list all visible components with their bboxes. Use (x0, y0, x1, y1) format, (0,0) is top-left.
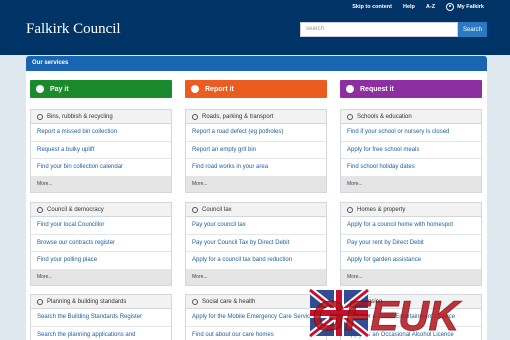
more-link[interactable]: More... (31, 269, 171, 285)
card-council-tax: Council tax Pay your council tax Pay you… (185, 202, 327, 286)
my-falkirk-link[interactable]: My Falkirk (446, 3, 484, 11)
services-panel-title: Our services (26, 56, 487, 71)
more-link[interactable]: More... (186, 269, 326, 285)
home-icon (347, 206, 353, 213)
site-header: Skip to content Help A-Z My Falkirk Falk… (0, 0, 510, 55)
utility-links: Skip to content Help A-Z My Falkirk (352, 3, 484, 11)
request-it-label: Request it (360, 85, 394, 93)
service-link[interactable]: Apply for garden assistance (341, 252, 481, 270)
bulb-icon (37, 206, 43, 213)
service-link[interactable]: Pay your council tax (186, 217, 326, 235)
card-title: Homes & property (357, 206, 406, 213)
help-link[interactable]: Help (403, 4, 415, 10)
user-icon (446, 3, 455, 11)
service-link[interactable]: Pay your Council Tax by Direct Debit (186, 235, 326, 252)
card-title: Roads, parking & transport (202, 113, 274, 120)
card-header: Schools & education (341, 110, 481, 124)
card-roads: Roads, parking & transport Report a road… (185, 109, 327, 193)
card-planning: Planning & building standards Search the… (30, 294, 172, 340)
card-social-care: Social care & health Apply for the Mobil… (185, 294, 327, 340)
search-button[interactable]: Search (458, 22, 487, 37)
card-bins: Bins, rubbish & recycling Report a misse… (30, 109, 172, 193)
service-link[interactable]: Apply for the Mobile Emergency Care Serv… (186, 309, 326, 327)
service-link[interactable]: Find out about our care homes (186, 327, 326, 340)
service-link[interactable]: Find your bin collection calendar (31, 159, 171, 177)
recycle-icon (37, 113, 43, 120)
card-title: Bins, rubbish & recycling (47, 113, 113, 120)
pencil-icon: ✎ (346, 85, 354, 93)
report-it-button[interactable]: ⚑ Report it (185, 80, 327, 98)
card-title: Schools & education (357, 113, 412, 120)
my-falkirk-label: My Falkirk (457, 4, 484, 10)
card-header: Roads, parking & transport (186, 110, 326, 124)
report-it-label: Report it (205, 85, 234, 93)
card-homes: Homes & property Apply for a council hom… (340, 202, 482, 286)
service-link[interactable]: Report an empty grit bin (186, 142, 326, 159)
search-input[interactable]: search (300, 22, 458, 37)
more-link[interactable]: More... (341, 176, 481, 192)
service-link[interactable]: Find if your school or nursery is closed (341, 124, 481, 142)
card-header: Council tax (186, 203, 326, 217)
pay-it-label: Pay it (50, 85, 69, 93)
info-circle-icon: i (36, 85, 44, 93)
service-link[interactable]: Search the Building Standards Register (31, 309, 171, 327)
service-link[interactable]: Find school holiday dates (341, 159, 481, 177)
card-header: Social care & health (186, 295, 326, 309)
card-title: Council tax (202, 206, 232, 213)
service-link[interactable]: Apply for free school meals (341, 142, 481, 159)
a-z-link[interactable]: A-Z (426, 4, 435, 10)
building-icon (37, 298, 43, 305)
coin-icon (192, 206, 198, 213)
service-link[interactable]: Report a road defect (eg potholes) (186, 124, 326, 142)
service-link[interactable]: Search the planning applications and (31, 327, 171, 340)
card-title: Social care & health (202, 298, 256, 305)
more-link[interactable]: More... (31, 176, 171, 192)
graduation-icon (347, 113, 353, 120)
card-header: Bins, rubbish & recycling (31, 110, 171, 124)
service-link[interactable]: Apply for a council tax band reduction (186, 252, 326, 270)
request-it-button[interactable]: ✎ Request it (340, 80, 482, 98)
card-title: Council & democracy (47, 206, 104, 213)
watermark-logo: GFEUK (308, 287, 462, 340)
service-link[interactable]: Browse our contracts register (31, 235, 171, 252)
service-link[interactable]: Find your polling place (31, 252, 171, 270)
service-link[interactable]: Request a bulky uplift (31, 142, 171, 159)
skip-to-content-link[interactable]: Skip to content (352, 4, 392, 10)
car-icon (192, 113, 198, 120)
card-title: Planning & building standards (47, 298, 127, 305)
more-link[interactable]: More... (341, 269, 481, 285)
card-council: Council & democracy Find your local Coun… (30, 202, 172, 286)
service-link[interactable]: Find road works in your area (186, 159, 326, 177)
heart-icon (192, 298, 198, 305)
service-link[interactable]: Find your local Councillor (31, 217, 171, 235)
card-header: Planning & building standards (31, 295, 171, 309)
service-link[interactable]: Apply for a council home with homespot (341, 217, 481, 235)
site-logo[interactable]: Falkirk Council (26, 21, 121, 38)
watermark-text: GFEUK (312, 292, 462, 339)
card-header: Homes & property (341, 203, 481, 217)
flag-icon: ⚑ (191, 85, 199, 93)
service-link[interactable]: Pay your rent by Direct Debit (341, 235, 481, 252)
more-link[interactable]: More... (186, 176, 326, 192)
service-link[interactable]: Report a missed bin collection (31, 124, 171, 142)
card-schools: Schools & education Find if your school … (340, 109, 482, 193)
card-header: Council & democracy (31, 203, 171, 217)
pay-it-button[interactable]: i Pay it (30, 80, 172, 98)
